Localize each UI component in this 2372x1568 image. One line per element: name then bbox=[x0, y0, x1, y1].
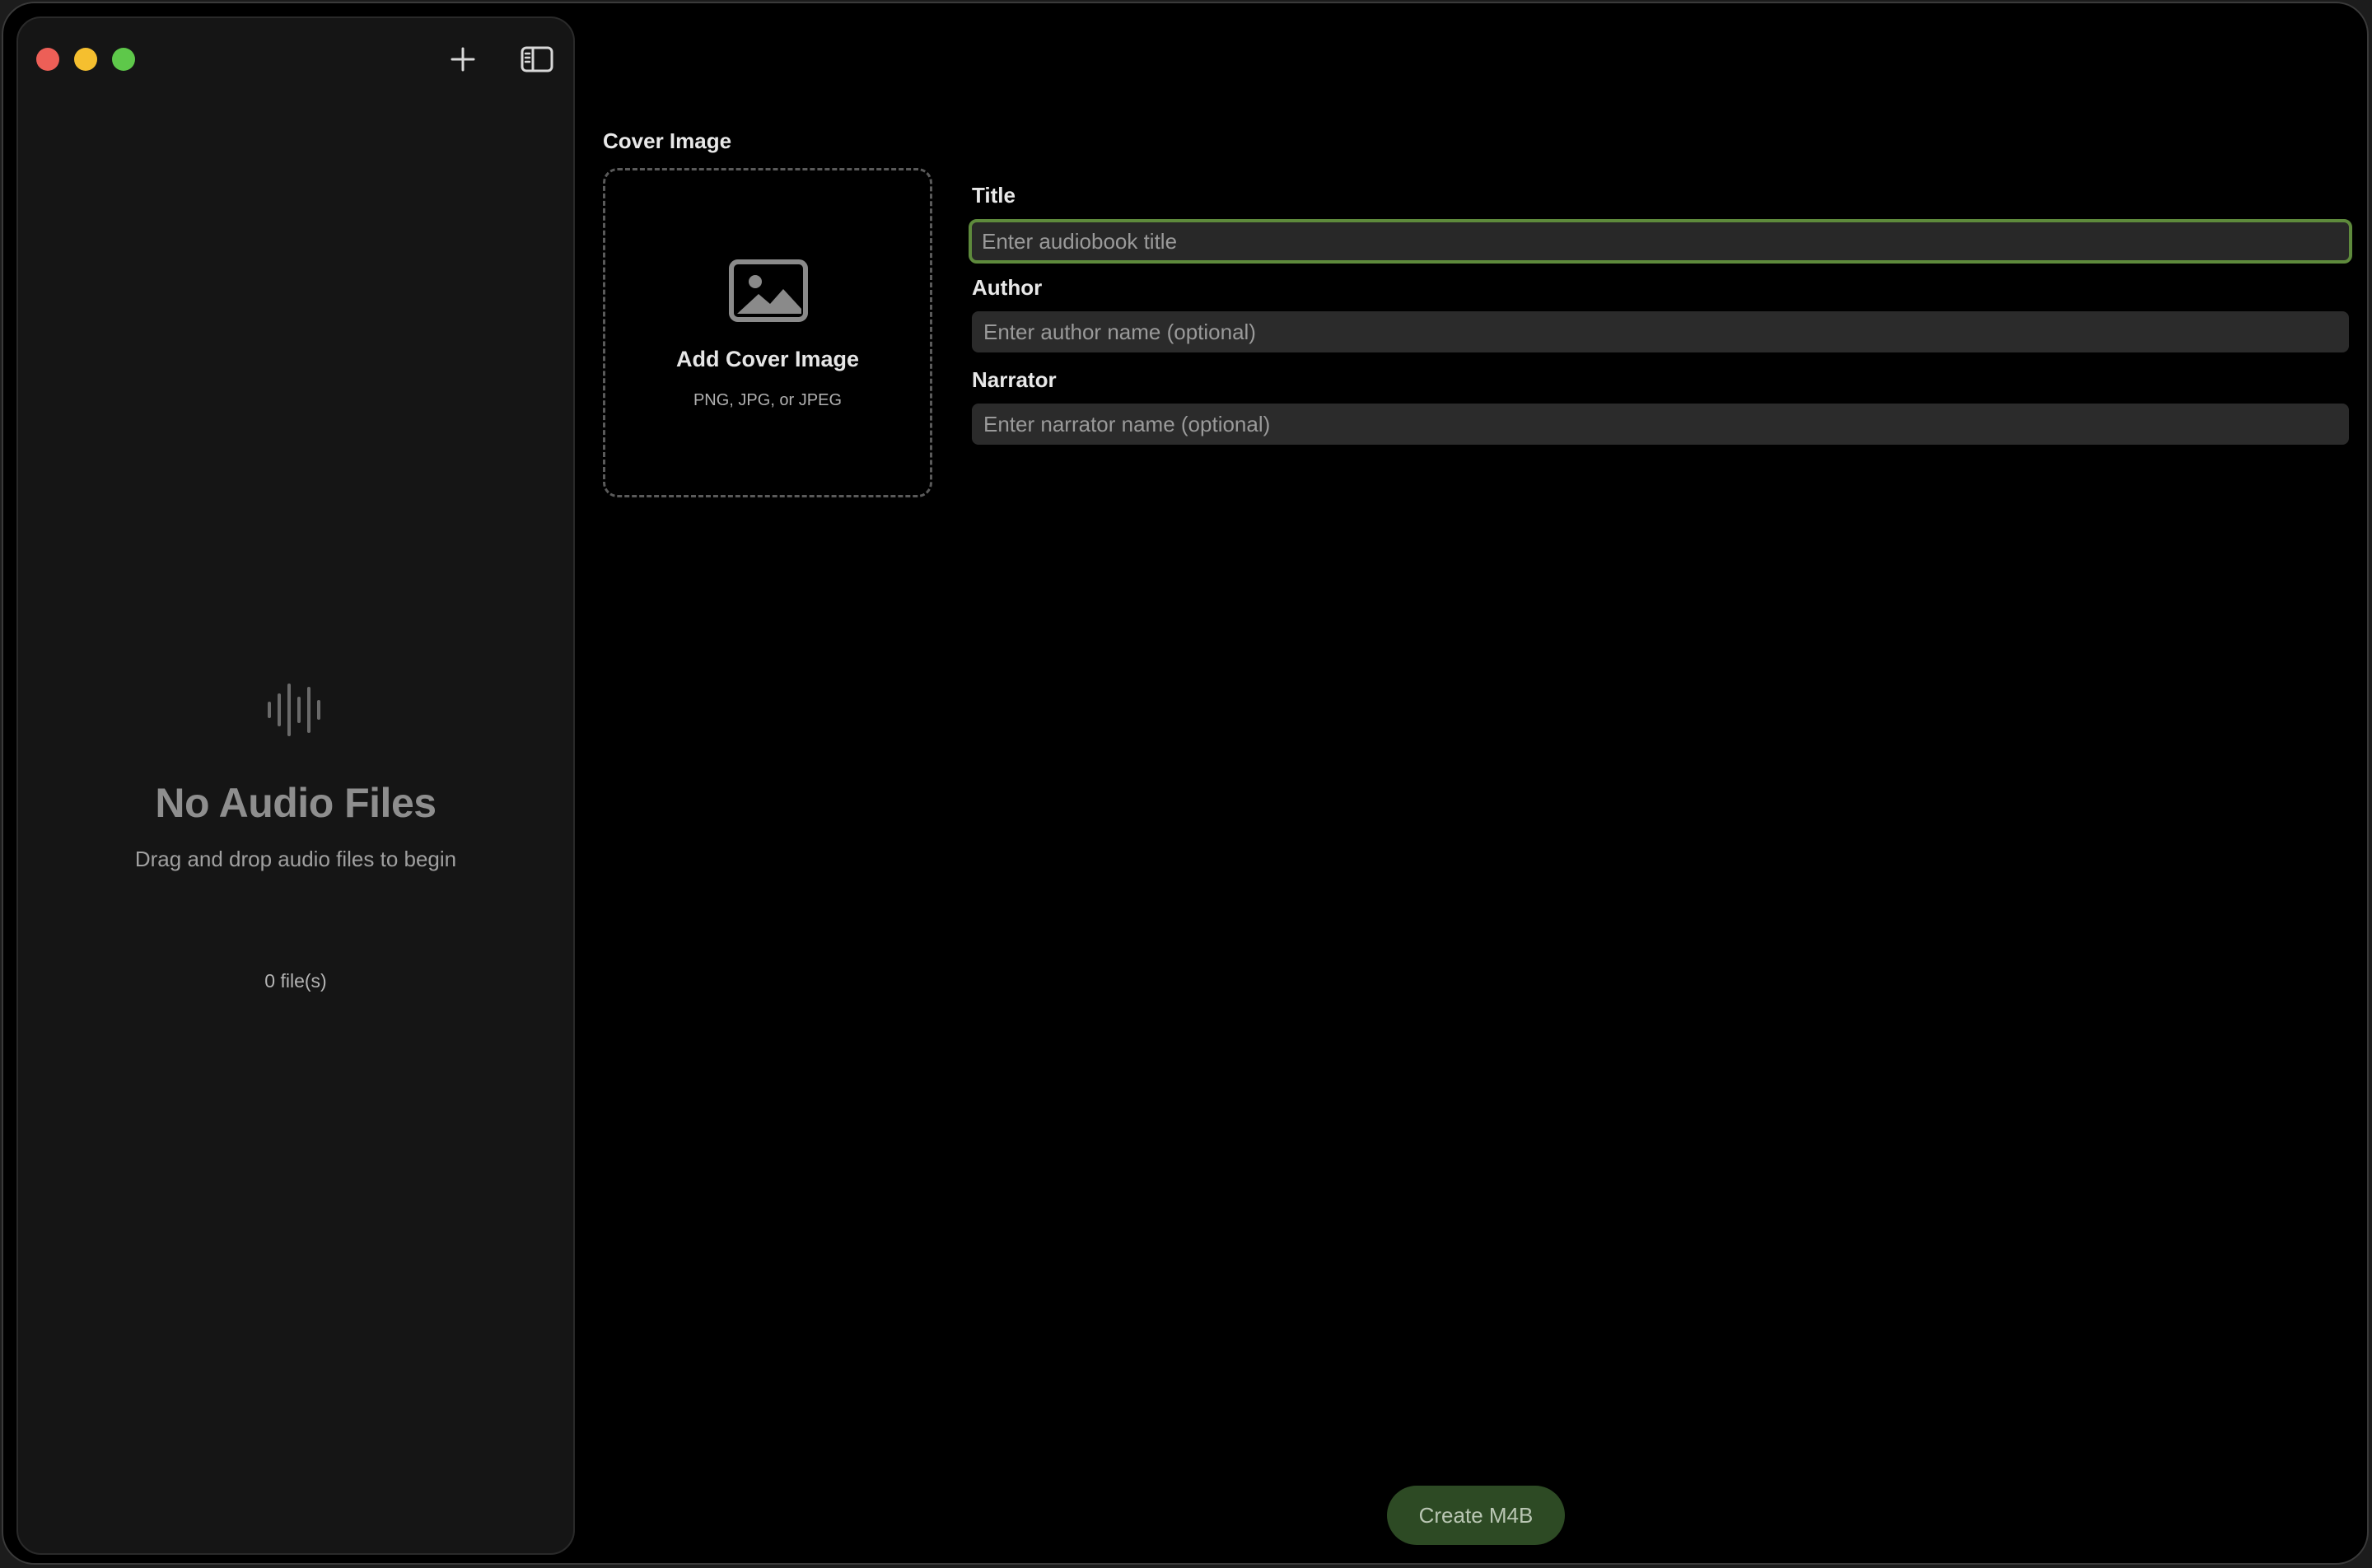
cover-image-dropzone[interactable]: Add Cover Image PNG, JPG, or JPEG bbox=[603, 168, 932, 497]
add-files-button[interactable] bbox=[443, 40, 483, 79]
narrator-input[interactable] bbox=[972, 404, 2349, 445]
cover-image-formats: PNG, JPG, or JPEG bbox=[693, 391, 843, 409]
file-count: 0 file(s) bbox=[264, 970, 327, 992]
empty-state-title: No Audio Files bbox=[155, 780, 437, 826]
title-input[interactable] bbox=[969, 219, 2352, 264]
plus-icon bbox=[451, 47, 475, 72]
toggle-sidebar-button[interactable] bbox=[517, 40, 557, 79]
add-cover-image-title: Add Cover Image bbox=[675, 347, 860, 371]
waveform-icon bbox=[268, 684, 320, 736]
empty-state-subtitle: Drag and drop audio files to begin bbox=[134, 847, 457, 871]
photo-icon bbox=[729, 259, 808, 322]
cover-image-label: Cover Image bbox=[603, 128, 732, 153]
minimize-window-button[interactable] bbox=[74, 48, 97, 71]
sidebar-toggle-icon bbox=[521, 46, 553, 72]
narrator-label: Narrator bbox=[972, 367, 1057, 392]
sidebar: No Audio Files Drag and drop audio files… bbox=[16, 16, 575, 1555]
app-window: No Audio Files Drag and drop audio files… bbox=[2, 2, 2369, 1565]
author-input[interactable] bbox=[972, 311, 2349, 352]
zoom-window-button[interactable] bbox=[112, 48, 135, 71]
close-window-button[interactable] bbox=[36, 48, 59, 71]
empty-state: No Audio Files Drag and drop audio files… bbox=[18, 677, 573, 872]
author-label: Author bbox=[972, 275, 1043, 300]
title-label: Title bbox=[972, 183, 1016, 208]
create-m4b-button[interactable]: Create M4B bbox=[1387, 1486, 1565, 1545]
